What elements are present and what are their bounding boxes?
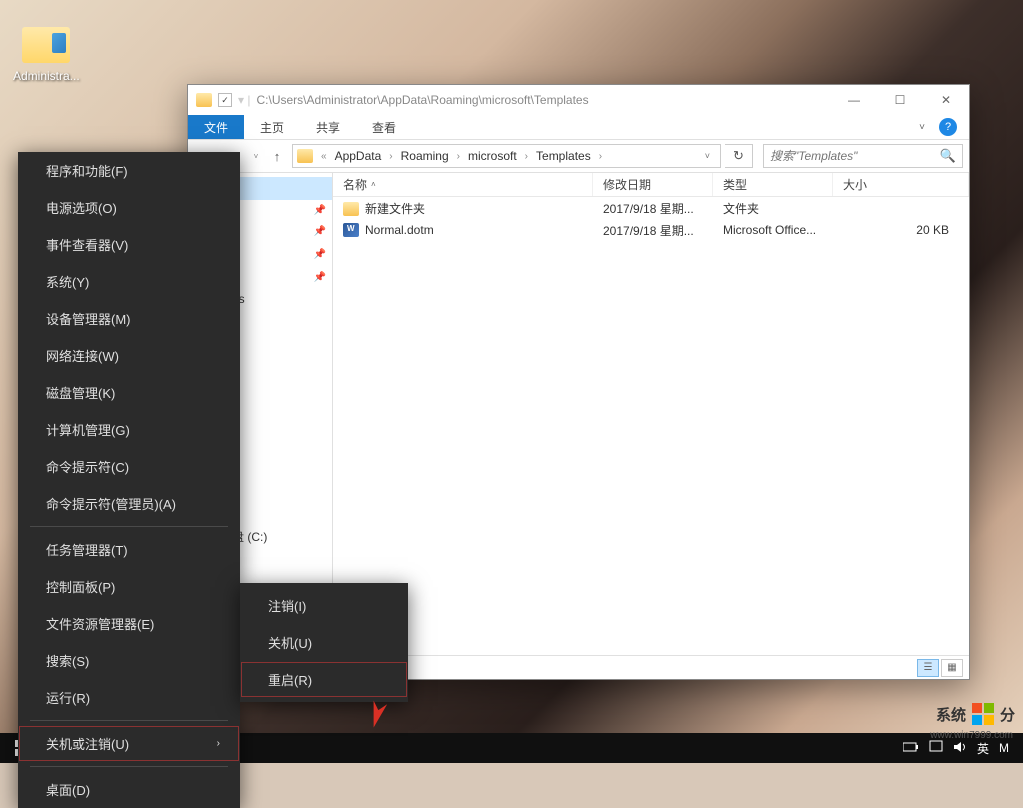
window-controls: — ☐ ✕ — [831, 85, 969, 115]
tab-home[interactable]: 主页 — [244, 115, 300, 139]
breadcrumb[interactable]: « AppData › Roaming › microsoft › Templa… — [292, 144, 721, 168]
winx-item-search[interactable]: 搜索(S) — [18, 642, 240, 679]
minimize-button[interactable]: — — [831, 85, 877, 115]
view-details-button[interactable]: ☰ — [917, 659, 939, 677]
chevron-right-icon[interactable]: › — [523, 151, 530, 162]
watermark-logo-icon — [972, 703, 994, 725]
column-header-type[interactable]: 类型 — [713, 173, 833, 196]
pin-icon: 📌 — [314, 205, 326, 216]
close-button[interactable]: ✕ — [923, 85, 969, 115]
folder-icon — [343, 202, 359, 216]
winx-menu: 程序和功能(F) 电源选项(O) 事件查看器(V) 系统(Y) 设备管理器(M)… — [18, 152, 240, 808]
submenu-signout[interactable]: 注销(I) — [240, 587, 408, 624]
breadcrumb-item[interactable]: AppData — [331, 149, 386, 163]
folder-icon — [22, 25, 70, 65]
list-item[interactable]: 新建文件夹 2017/9/18 星期... 文件夹 — [333, 197, 969, 219]
chevron-right-icon[interactable]: › — [387, 151, 394, 162]
system-tray: 英 M — [903, 740, 1019, 757]
tab-share[interactable]: 共享 — [300, 115, 356, 139]
folder-icon — [297, 149, 313, 163]
separator — [30, 526, 228, 527]
help-icon[interactable]: ? — [939, 118, 957, 136]
winx-item-cmd[interactable]: 命令提示符(C) — [18, 448, 240, 485]
tray-network-icon[interactable] — [929, 740, 943, 757]
tab-file[interactable]: 文件 — [188, 115, 244, 139]
winx-item-shutdown[interactable]: 关机或注销(U)› — [18, 725, 240, 762]
pin-icon: 📌 — [314, 226, 326, 237]
maximize-button[interactable]: ☐ — [877, 85, 923, 115]
chevron-right-icon[interactable]: « — [319, 151, 329, 162]
watermark-url: www.win7999.com — [930, 730, 1013, 741]
separator: ▾ | — [238, 93, 250, 107]
folder-icon — [196, 93, 212, 107]
winx-item-diskmgmt[interactable]: 磁盘管理(K) — [18, 374, 240, 411]
winx-item-cmd-admin[interactable]: 命令提示符(管理员)(A) — [18, 485, 240, 522]
history-dropdown[interactable]: ˅ — [250, 152, 262, 161]
desktop-icon-label: Administra... — [13, 69, 80, 83]
up-button[interactable]: ↑ — [266, 145, 288, 167]
list-item[interactable]: Normal.dotm 2017/9/18 星期... Microsoft Of… — [333, 219, 969, 241]
winx-item-run[interactable]: 运行(R) — [18, 679, 240, 716]
separator — [30, 766, 228, 767]
search-box[interactable]: 🔍 — [763, 144, 963, 168]
column-header-name[interactable]: 名称˄ — [333, 173, 593, 196]
winx-item-network[interactable]: 网络连接(W) — [18, 337, 240, 374]
winx-item-desktop[interactable]: 桌面(D) — [18, 771, 240, 808]
ribbon-expand-icon[interactable]: ˅ — [911, 115, 933, 139]
list-body[interactable]: 新建文件夹 2017/9/18 星期... 文件夹 Normal.dotm 20… — [333, 197, 969, 655]
window-title: C:\Users\Administrator\AppData\Roaming\m… — [256, 93, 831, 107]
sort-indicator: ˄ — [371, 180, 376, 189]
refresh-button[interactable]: ↻ — [725, 144, 753, 168]
navbar: ← → ˅ ↑ « AppData › Roaming › microsoft … — [188, 140, 969, 173]
winx-item-taskmgr[interactable]: 任务管理器(T) — [18, 531, 240, 568]
quick-access-toolbar-item[interactable]: ✓ — [218, 93, 232, 107]
tray-ime-mode[interactable]: M — [999, 741, 1009, 755]
column-header-size[interactable]: 大小 — [833, 173, 969, 196]
file-list: 名称˄ 修改日期 类型 大小 新建文件夹 2017/9/18 星期... 文件夹… — [333, 173, 969, 655]
word-doc-icon — [343, 223, 359, 237]
breadcrumb-dropdown[interactable]: ˅ — [699, 151, 716, 161]
tray-volume-icon[interactable] — [953, 740, 967, 757]
winx-item-control[interactable]: 控制面板(P) — [18, 568, 240, 605]
pin-icon: 📌 — [314, 272, 326, 283]
tab-view[interactable]: 查看 — [356, 115, 412, 139]
chevron-right-icon: › — [217, 738, 220, 749]
winx-item-explorer[interactable]: 文件资源管理器(E) — [18, 605, 240, 642]
chevron-right-icon[interactable]: › — [455, 151, 462, 162]
pin-icon: 📌 — [314, 249, 326, 260]
breadcrumb-item[interactable]: microsoft — [464, 149, 521, 163]
submenu-shutdown[interactable]: 关机(U) — [240, 624, 408, 661]
breadcrumb-item[interactable]: Templates — [532, 149, 595, 163]
winx-item-system[interactable]: 系统(Y) — [18, 263, 240, 300]
winx-item-power[interactable]: 电源选项(O) — [18, 189, 240, 226]
watermark: 系统 分 — [936, 703, 1015, 725]
tray-battery-icon[interactable] — [903, 741, 919, 755]
winx-item-eventviewer[interactable]: 事件查看器(V) — [18, 226, 240, 263]
shutdown-submenu: 注销(I) 关机(U) 重启(R) — [240, 583, 408, 702]
breadcrumb-item[interactable]: Roaming — [397, 149, 453, 163]
chevron-right-icon[interactable]: › — [597, 151, 604, 162]
annotation-arrow-icon — [362, 700, 392, 730]
search-icon[interactable]: 🔍 — [940, 148, 956, 164]
tray-ime-lang[interactable]: 英 — [977, 740, 989, 757]
ribbon-tabs: 文件 主页 共享 查看 ˅ ? — [188, 115, 969, 140]
winx-item-programs[interactable]: 程序和功能(F) — [18, 152, 240, 189]
search-input[interactable] — [770, 149, 940, 163]
desktop-icon-admin[interactable]: Administra... — [13, 25, 80, 83]
submenu-restart[interactable]: 重启(R) — [240, 661, 408, 698]
list-header: 名称˄ 修改日期 类型 大小 — [333, 173, 969, 197]
winx-item-devmgr[interactable]: 设备管理器(M) — [18, 300, 240, 337]
titlebar[interactable]: ✓ ▾ | C:\Users\Administrator\AppData\Roa… — [188, 85, 969, 115]
separator — [30, 720, 228, 721]
column-header-modified[interactable]: 修改日期 — [593, 173, 713, 196]
winx-item-compmgmt[interactable]: 计算机管理(G) — [18, 411, 240, 448]
view-large-icons-button[interactable]: ▦ — [941, 659, 963, 677]
